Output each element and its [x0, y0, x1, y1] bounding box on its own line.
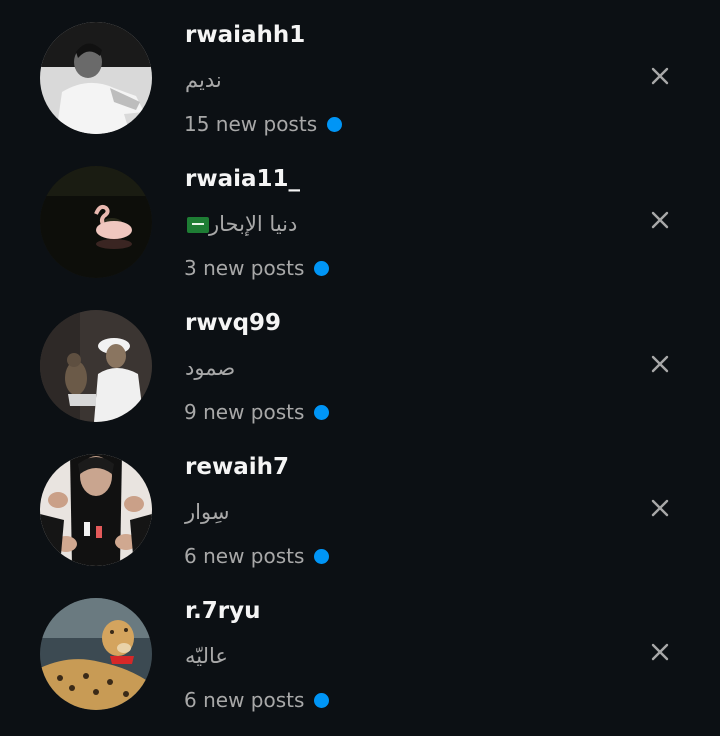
full-name: سِوار [185, 500, 230, 524]
dismiss-button[interactable] [644, 348, 676, 380]
avatar[interactable] [40, 310, 152, 422]
saudi-flag-icon [187, 217, 209, 233]
close-icon [651, 355, 669, 373]
suggested-accounts-list: rwaiahh1 نديم 15 new posts rwaia11_ دنيا… [0, 0, 720, 736]
avatar-cheetah-icon [40, 598, 152, 710]
avatar[interactable] [40, 454, 152, 566]
full-name: صمود [185, 356, 236, 380]
avatar-man-with-falcon-icon [40, 310, 152, 422]
unread-dot [314, 260, 330, 276]
full-name: نديم [185, 68, 222, 92]
dismiss-button[interactable] [644, 636, 676, 668]
unread-dot [314, 404, 330, 420]
username[interactable]: rwvq99 [185, 308, 281, 338]
dismiss-button[interactable] [644, 204, 676, 236]
new-posts-label: 9 new posts [184, 400, 305, 424]
avatar[interactable] [40, 22, 152, 134]
username[interactable]: r.7ryu [185, 596, 261, 626]
username[interactable]: rwaia11_ [185, 164, 300, 194]
unread-dot [314, 692, 330, 708]
unread-dot [314, 548, 330, 564]
close-icon [651, 211, 669, 229]
avatar-man-photo-icon [40, 22, 152, 134]
avatar[interactable] [40, 166, 152, 278]
new-posts-indicator: 9 new posts [184, 398, 330, 426]
new-posts-label: 15 new posts [184, 112, 318, 136]
unread-dot [327, 116, 343, 132]
list-item[interactable]: rwaia11_ دنيا الإبحار 3 new posts [0, 144, 720, 288]
close-icon [651, 643, 669, 661]
avatar-swan-icon [40, 166, 152, 278]
list-item[interactable]: rwvq99 صمود 9 new posts [0, 288, 720, 432]
list-item[interactable]: r.7ryu عاليّه 6 new posts [0, 576, 720, 720]
new-posts-indicator: 15 new posts [184, 110, 343, 138]
dismiss-button[interactable] [644, 60, 676, 92]
new-posts-label: 6 new posts [184, 688, 305, 712]
full-name: عاليّه [185, 644, 228, 668]
close-icon [651, 67, 669, 85]
full-name-text: دنيا الإبحار [209, 212, 298, 236]
dismiss-button[interactable] [644, 492, 676, 524]
new-posts-indicator: 6 new posts [184, 686, 330, 714]
list-item[interactable]: rewaih7 سِوار 6 new posts [0, 432, 720, 576]
full-name: دنيا الإبحار [185, 210, 297, 238]
new-posts-indicator: 6 new posts [184, 542, 330, 570]
avatar-hands-lighter-icon [40, 454, 152, 566]
username[interactable]: rwaiahh1 [185, 20, 305, 50]
close-icon [651, 499, 669, 517]
avatar[interactable] [40, 598, 152, 710]
username[interactable]: rewaih7 [185, 452, 289, 482]
new-posts-indicator: 3 new posts [184, 254, 330, 282]
new-posts-label: 6 new posts [184, 544, 305, 568]
new-posts-label: 3 new posts [184, 256, 305, 280]
list-item[interactable]: rwaiahh1 نديم 15 new posts [0, 0, 720, 144]
